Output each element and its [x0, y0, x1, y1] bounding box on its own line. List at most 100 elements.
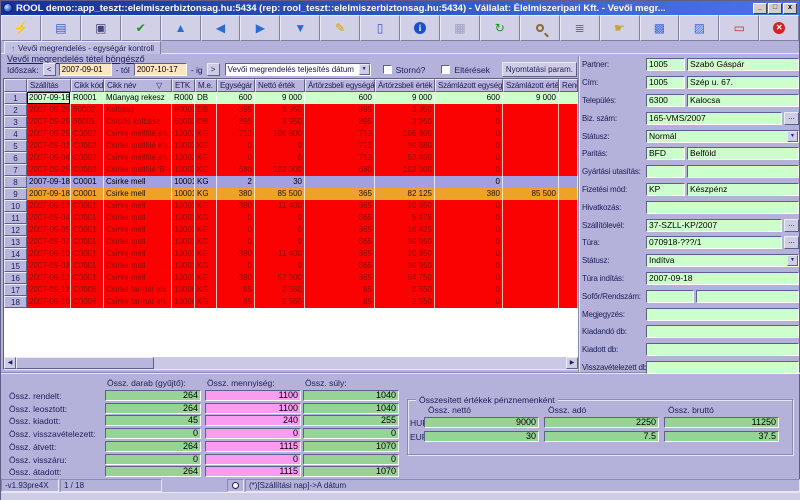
scrollbar-track[interactable]: [154, 357, 566, 369]
telepules-code-field[interactable]: 6300: [646, 93, 685, 107]
paritas-text-field[interactable]: Belföld: [687, 147, 799, 161]
import-grid-button[interactable]: ▨: [679, 15, 720, 41]
column-header-rendelt[interactable]: Rende: [559, 79, 578, 92]
megjegyzes-field[interactable]: [646, 307, 799, 321]
date-type-select[interactable]: Vevői megrendelés teljesítés dátum ▼: [224, 63, 371, 76]
tura-statusz-select[interactable]: Indítva ▼: [646, 254, 799, 268]
table-row[interactable]: 3 2007-09-25 60001 Csípős kolbász 60002 DB 395…: [4, 116, 578, 128]
gyartasi-utasitas-code-field[interactable]: [646, 165, 685, 179]
column-header-szamlazott-ertek[interactable]: Számlázott érték: [503, 79, 559, 92]
save-button[interactable]: ▣: [80, 15, 121, 41]
table-row[interactable]: 12007-09-18R0001Műanyag rekeszR0001DB600…: [4, 92, 578, 104]
statusz-select[interactable]: Normál ▼: [646, 129, 799, 143]
table-row[interactable]: 8 2007-09-18 C0001 Csirke mell 10001 KG 2 30 0: [4, 176, 578, 188]
calendar-button[interactable]: ▦: [439, 15, 480, 41]
column-header-szallitas[interactable]: Szállítás: [27, 79, 71, 92]
partner-text-field[interactable]: Szabó Gáspár: [687, 58, 799, 72]
scroll-right-icon[interactable]: ▶: [566, 357, 578, 369]
report-button[interactable]: ▭: [719, 15, 760, 41]
sofor-rendszam-text-field[interactable]: [696, 289, 799, 303]
szallitolevel-lookup-button[interactable]: ...: [784, 218, 799, 232]
column-header-cikk-kod[interactable]: Cikk kód: [71, 79, 104, 92]
column-header-artorzsbeli-ertek[interactable]: Ártörzsbeli érték: [375, 79, 435, 92]
cim-text-field[interactable]: Szép u. 67.: [687, 76, 799, 90]
column-header-netto-ertek[interactable]: Nettó érték: [255, 79, 305, 92]
refresh-button[interactable]: ↻: [479, 15, 520, 41]
list-button[interactable]: ≣: [559, 15, 600, 41]
edit-button[interactable]: ✎: [320, 15, 361, 41]
column-header-me[interactable]: M.e.: [195, 79, 217, 92]
table-row[interactable]: 10 2007-09-12 C0001 Csirke mell 10001 KG 380 11…: [4, 200, 578, 212]
column-header-etk[interactable]: ETK: [172, 79, 195, 92]
table-row[interactable]: 4 2007-09-25 C0002 Csirke mellfilé eh. 10002…: [4, 128, 578, 140]
search-button[interactable]: [519, 15, 560, 41]
tab-vevoi-megrendeles[interactable]: ↑ Vevői megrendelés - egységár kontroll: [4, 41, 162, 54]
cim-code-field[interactable]: 1005: [646, 76, 685, 90]
scroll-left-icon[interactable]: ◀: [4, 357, 16, 369]
telepules-text-field[interactable]: Kalocsa: [687, 93, 799, 107]
tura-lookup-button[interactable]: ...: [784, 236, 799, 250]
differences-checkbox[interactable]: [441, 65, 451, 74]
last-record-button[interactable]: ▼: [280, 15, 321, 41]
chevron-down-icon[interactable]: ▼: [787, 255, 798, 267]
column-header-egysegar[interactable]: Egységár: [217, 79, 255, 92]
fizetesi-mod-code-field[interactable]: KP: [646, 182, 685, 196]
table-row[interactable]: 14 2007-09-10 C0001 Csirke mell 10001 KG 380 11…: [4, 248, 578, 260]
prev-record-button[interactable]: ◀: [200, 15, 241, 41]
hivatkozas-field[interactable]: [646, 200, 799, 214]
sofor-rendszam-code-field[interactable]: [646, 289, 694, 303]
notes-button[interactable]: ▯: [360, 15, 401, 41]
table-row[interactable]: 13 2007-09-07 C0001 Csirke mell 10001 KG 0 0 365…: [4, 236, 578, 248]
column-header-artorzsbeli-egysegar[interactable]: Ártörzsbeli egységár: [305, 79, 375, 92]
statusbar-radio[interactable]: [227, 479, 244, 492]
column-header-rownum[interactable]: [4, 79, 27, 92]
partner-code-field[interactable]: 1005: [646, 58, 685, 72]
column-header-szamlazott-egysegar[interactable]: Számlázott egységár: [435, 79, 503, 92]
export-grid-button[interactable]: ▩: [639, 15, 680, 41]
restore-button[interactable]: □: [768, 2, 782, 14]
open-button[interactable]: ▤: [40, 15, 81, 41]
sign-button[interactable]: ☛: [599, 15, 640, 41]
first-record-button[interactable]: ▲: [160, 15, 201, 41]
table-row[interactable]: 18 2007-09-10 C0006 Csirke far-hát eh. 10006…: [4, 296, 578, 308]
fizetesi-mod-text-field[interactable]: Készpénz: [687, 182, 799, 196]
filter-icon[interactable]: ▽: [154, 81, 162, 90]
print-params-button[interactable]: Nyomtatási param.: [501, 62, 577, 77]
kiadando-db-field[interactable]: [646, 325, 799, 339]
column-header-cikk-nev[interactable]: Cikk név ▽: [104, 79, 172, 92]
from-date-input[interactable]: 2007-09-01: [58, 63, 112, 76]
table-row[interactable]: 15 2007-09-03 C0001 Csirke mell 10001 KG 0 0 365…: [4, 260, 578, 272]
tura-inditas-field[interactable]: 2007-09-18: [646, 271, 799, 285]
close-button[interactable]: ✕: [759, 15, 800, 41]
szallitolevel-field[interactable]: 37-SZLL-KP/2007: [646, 218, 782, 232]
to-date-input[interactable]: 2007-10-17: [133, 63, 187, 76]
minimize-button[interactable]: _: [753, 2, 767, 14]
table-row[interactable]: 12 2007-09-05 C0001 Csirke mell 10001 KG 0 0 365…: [4, 224, 578, 236]
gyartasi-utasitas-text-field[interactable]: [687, 165, 799, 179]
table-row[interactable]: 5 2007-09-02 C0002 Csirke mellfilé eh. 10002…: [4, 140, 578, 152]
close-button[interactable]: x: [783, 2, 797, 14]
table-row[interactable]: 17 2007-09-12 C0006 Csirke far-hát eh. 10006…: [4, 284, 578, 296]
scrollbar-thumb[interactable]: [16, 357, 154, 369]
prev-period-button[interactable]: <: [42, 63, 56, 76]
next-period-button[interactable]: >: [206, 63, 220, 76]
biz-szam-field[interactable]: 165-VMS/2007: [646, 111, 782, 125]
next-record-button[interactable]: ▶: [240, 15, 281, 41]
biz-szam-lookup-button[interactable]: ...: [784, 111, 799, 125]
chevron-down-icon[interactable]: ▼: [358, 64, 370, 75]
storno-checkbox[interactable]: [382, 65, 392, 74]
table-row[interactable]: 16 2007-09-12 C0001 Csirke mell 10001 KG 380 57…: [4, 272, 578, 284]
kiadott-db-field[interactable]: [646, 343, 799, 357]
table-row[interactable]: 6 2007-09-04 C0002 Csirke mellfilé eh. 10002…: [4, 152, 578, 164]
table-row[interactable]: 2 2007-09-25 60002 Kolbász 60003 DB 395 3 950 39…: [4, 104, 578, 116]
info-button[interactable]: i: [400, 15, 440, 41]
paritas-code-field[interactable]: BFD: [646, 147, 685, 161]
table-row[interactable]: 11 2007-09-04 C0001 Csirke mell 10001 KG 0 0 365…: [4, 212, 578, 224]
table-row[interactable]: 9 2007-09-18 C0001 Csirke mell 10001 KG 380 85 …: [4, 188, 578, 200]
execute-button[interactable]: ⚡: [1, 15, 41, 41]
tura-field[interactable]: 070918-???/1: [646, 236, 782, 250]
chevron-down-icon[interactable]: ▼: [787, 130, 798, 142]
visszavetelezett-db-field[interactable]: [646, 360, 799, 374]
accept-button[interactable]: ✔: [120, 15, 161, 41]
table-row[interactable]: 72007-09-25C0003Csirke mellfilé 'B' eh.1…: [4, 164, 578, 176]
